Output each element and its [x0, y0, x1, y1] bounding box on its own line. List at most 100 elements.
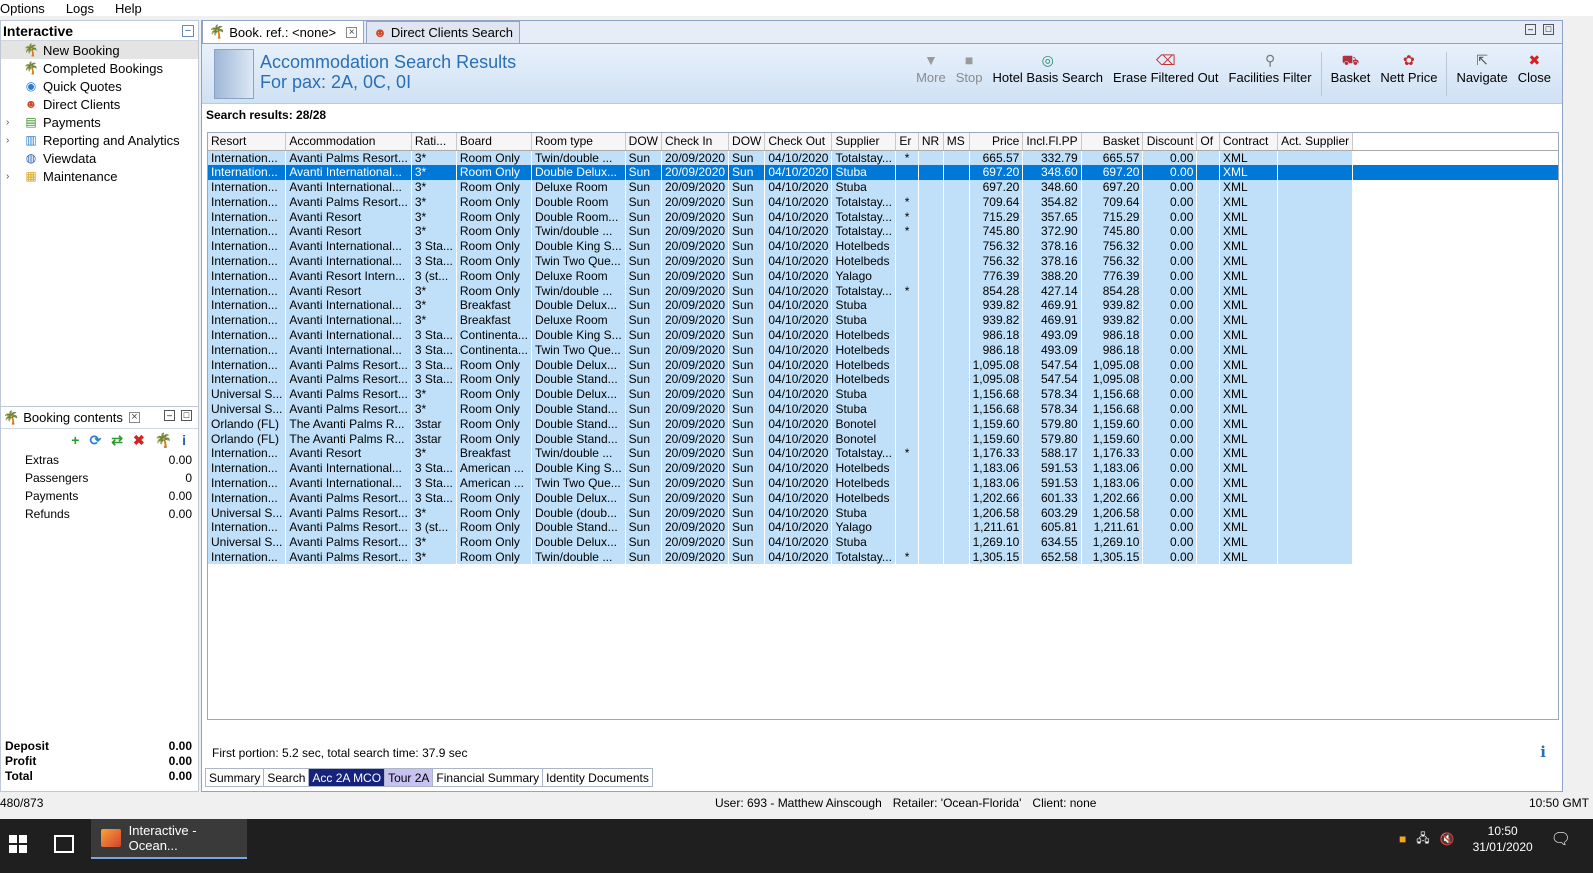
- table-row[interactable]: Orlando (FL) The Avanti Palms R... 3star Ro…: [208, 416, 1558, 432]
- volume-muted-icon[interactable]: 🔇: [1440, 832, 1455, 846]
- column-header[interactable]: Basket: [1081, 133, 1144, 151]
- table-row[interactable]: Universal S... Avanti Palms Resort... 3* Ro…: [208, 386, 1558, 402]
- column-header[interactable]: Check In: [661, 133, 730, 151]
- nett-price-button[interactable]: ✿ Nett Price: [1375, 50, 1442, 85]
- close-button[interactable]: ✖ Close: [1513, 50, 1556, 85]
- tray-app-icon[interactable]: ■: [1399, 832, 1406, 846]
- column-header[interactable]: Of: [1196, 133, 1220, 151]
- tab-booking[interactable]: 🌴 Book. ref.: <none> ×: [202, 20, 365, 43]
- table-row[interactable]: Universal S... Avanti Palms Resort... 3* Ro…: [208, 534, 1558, 550]
- table-row[interactable]: Internation... Avanti International... 3 S…: [208, 342, 1558, 358]
- add-icon[interactable]: +: [71, 432, 79, 448]
- bottom-tab-acc-2a-mco[interactable]: Acc 2A MCO: [308, 768, 385, 787]
- table-row[interactable]: Internation... Avanti Palms Resort... 3 (s…: [208, 519, 1558, 535]
- refresh-icon[interactable]: ⟳: [89, 432, 101, 449]
- table-row[interactable]: Internation... Avanti International... 3 S…: [208, 327, 1558, 343]
- tab-direct-clients-search[interactable]: ☻ Direct Clients Search: [366, 21, 520, 43]
- column-header[interactable]: Act. Supplier: [1277, 133, 1354, 151]
- column-header[interactable]: Room type: [531, 133, 626, 151]
- nav-item-reporting-and-analytics[interactable]: › ▥ Reporting and Analytics: [1, 131, 198, 149]
- column-header[interactable]: Price: [969, 133, 1024, 151]
- table-row[interactable]: Internation... Avanti Palms Resort... 3 St…: [208, 490, 1558, 506]
- column-header[interactable]: DOW: [728, 133, 766, 151]
- nav-item-direct-clients[interactable]: ☻ Direct Clients: [1, 95, 198, 113]
- minimize-button[interactable]: –: [1525, 24, 1536, 35]
- clock[interactable]: 10:50 31/01/2020: [1473, 823, 1533, 855]
- column-header[interactable]: Rati...: [411, 133, 457, 151]
- column-header[interactable]: Contract: [1219, 133, 1279, 151]
- table-row[interactable]: Internation... Avanti Resort 3* Room Only Tw…: [208, 223, 1558, 239]
- nav-item-viewdata[interactable]: ◍ Viewdata: [1, 149, 198, 167]
- menu-options[interactable]: Options: [0, 1, 52, 16]
- info-icon[interactable]: i: [1540, 743, 1546, 761]
- nav-item-completed-bookings[interactable]: 🌴 Completed Bookings: [1, 59, 198, 77]
- column-header[interactable]: NR: [918, 133, 944, 151]
- table-row[interactable]: Internation... Avanti International... 3 S…: [208, 238, 1558, 254]
- menu-logs[interactable]: Logs: [66, 1, 101, 16]
- expand-arrow-icon[interactable]: ›: [6, 117, 9, 128]
- palm-tree-icon[interactable]: 🌴: [155, 432, 172, 449]
- table-row[interactable]: Internation... Avanti Resort 3* Room Only Do…: [208, 209, 1558, 224]
- task-view-icon[interactable]: [54, 835, 74, 853]
- facilities-filter-button[interactable]: ⚲ Facilities Filter: [1224, 50, 1317, 85]
- column-header[interactable]: Incl.Fl.PP: [1022, 133, 1082, 151]
- hotel-basis-search-button[interactable]: ◎ Hotel Basis Search: [987, 50, 1108, 85]
- maximize-button[interactable]: □: [181, 410, 192, 421]
- table-row[interactable]: Internation... Avanti Resort Intern... 3 (…: [208, 268, 1558, 284]
- table-row[interactable]: Internation... Avanti International... 3 S…: [208, 253, 1558, 269]
- table-row[interactable]: Orlando (FL) The Avanti Palms R... 3star Ro…: [208, 431, 1558, 446]
- table-row[interactable]: Internation... Avanti Resort 3* Room Only Tw…: [208, 283, 1558, 298]
- stop-button[interactable]: ■ Stop: [951, 50, 988, 85]
- notifications-icon[interactable]: 🗨: [1551, 829, 1571, 849]
- nav-item-maintenance[interactable]: › ▦ Maintenance: [1, 167, 198, 185]
- bottom-tab-tour-2a[interactable]: Tour 2A: [384, 768, 433, 787]
- nav-item-payments[interactable]: › ▤ Payments: [1, 113, 198, 131]
- nav-item-new-booking[interactable]: 🌴 New Booking: [1, 41, 198, 59]
- close-tab-button[interactable]: ×: [346, 26, 358, 38]
- table-row[interactable]: Universal S... Avanti Palms Resort... 3* Ro…: [208, 401, 1558, 417]
- bottom-tab-search[interactable]: Search: [263, 768, 309, 787]
- table-row[interactable]: Internation... Avanti Resort 3* Breakfast Tw…: [208, 445, 1558, 461]
- table-row[interactable]: Internation... Avanti International... 3* R…: [208, 164, 1558, 180]
- table-row[interactable]: Internation... Avanti Palms Resort... 3* Ro…: [208, 549, 1558, 565]
- erase-filtered-out-button[interactable]: ⌫ Erase Filtered Out: [1108, 50, 1224, 85]
- column-header[interactable]: Resort: [208, 133, 287, 151]
- network-icon[interactable]: 🖧: [1416, 829, 1429, 850]
- table-row[interactable]: Internation... Avanti Palms Resort... 3* Ro…: [208, 194, 1558, 210]
- table-row[interactable]: Internation... Avanti International... 3 S…: [208, 460, 1558, 476]
- column-header[interactable]: Check Out: [764, 133, 833, 151]
- table-row[interactable]: Internation... Avanti International... 3 S…: [208, 475, 1558, 491]
- taskbar-app-interactive[interactable]: Interactive - Ocean...: [91, 819, 247, 859]
- table-row[interactable]: Internation... Avanti International... 3* B…: [208, 297, 1558, 313]
- table-row[interactable]: Internation... Avanti Palms Resort... 3 St…: [208, 371, 1558, 387]
- table-row[interactable]: Internation... Avanti International... 3* B…: [208, 312, 1558, 328]
- navigate-button[interactable]: ⇱ Navigate: [1451, 50, 1512, 85]
- column-header[interactable]: Er: [895, 133, 919, 151]
- expand-arrow-icon[interactable]: ›: [6, 135, 9, 146]
- column-header[interactable]: Supplier: [831, 133, 897, 151]
- bottom-tab-financial-summary[interactable]: Financial Summary: [432, 768, 543, 787]
- table-row[interactable]: Universal S... Avanti Palms Resort... 3* Ro…: [208, 505, 1558, 520]
- basket-button[interactable]: ⛟ Basket: [1326, 50, 1376, 85]
- table-row[interactable]: Internation... Avanti Palms Resort... 3* Ro…: [208, 150, 1558, 165]
- minimize-button[interactable]: –: [164, 410, 175, 421]
- transfer-icon[interactable]: ⇄: [111, 432, 123, 449]
- collapse-panel-button[interactable]: –: [182, 24, 194, 37]
- maximize-button[interactable]: □: [1543, 24, 1554, 35]
- column-header[interactable]: MS: [943, 133, 970, 151]
- more-button[interactable]: ▼ More: [911, 50, 951, 85]
- expand-arrow-icon[interactable]: ›: [6, 171, 9, 182]
- close-panel-button[interactable]: ×: [128, 412, 140, 423]
- column-header[interactable]: Board: [456, 133, 532, 151]
- info-icon[interactable]: i: [182, 432, 186, 448]
- windows-start-icon[interactable]: [9, 835, 27, 853]
- bottom-tab-summary[interactable]: Summary: [205, 768, 264, 787]
- column-header[interactable]: DOW: [625, 133, 662, 151]
- bottom-tab-identity-documents[interactable]: Identity Documents: [542, 768, 653, 787]
- table-row[interactable]: Internation... Avanti International... 3* R…: [208, 179, 1558, 195]
- delete-icon[interactable]: ✖: [133, 432, 145, 449]
- nav-item-quick-quotes[interactable]: ◉ Quick Quotes: [1, 77, 198, 95]
- column-header[interactable]: Discount: [1142, 133, 1198, 151]
- menu-help[interactable]: Help: [115, 1, 149, 16]
- table-row[interactable]: Internation... Avanti Palms Resort... 3 St…: [208, 357, 1558, 372]
